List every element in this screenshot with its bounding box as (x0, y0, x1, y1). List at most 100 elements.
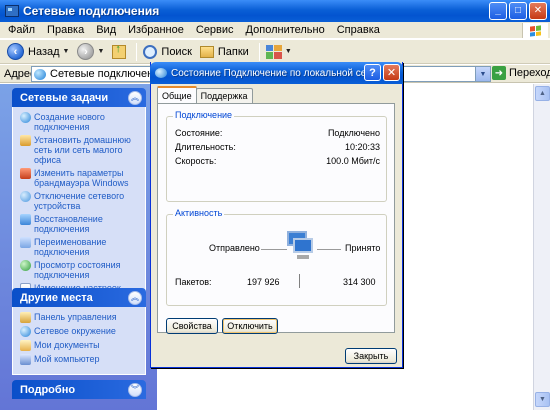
network-connections-icon (34, 68, 46, 80)
menu-file[interactable]: Файл (2, 24, 41, 36)
place-my-documents[interactable]: Мои документы (20, 340, 141, 351)
packets-separator (299, 274, 300, 288)
folders-label: Папки (217, 45, 249, 58)
back-label: Назад (28, 45, 60, 58)
forward-button[interactable]: › ▼ (75, 41, 106, 63)
received-line (317, 249, 341, 250)
speed-value: 100.0 Мбит/с (326, 156, 380, 166)
toolbar-separator (258, 42, 260, 61)
menu-help[interactable]: Справка (331, 24, 386, 36)
properties-button[interactable]: Свойства (166, 318, 218, 334)
chevron-down-icon: ▼ (62, 48, 70, 55)
firewall-icon (20, 168, 31, 179)
packets-sent-value: 197 926 (247, 277, 280, 287)
menu-bar: Файл Правка Вид Избранное Сервис Дополни… (0, 22, 550, 39)
folders-icon (199, 45, 214, 58)
place-my-computer[interactable]: Мой компьютер (20, 354, 141, 365)
network-connection-icon (155, 68, 167, 78)
dialog-titlebar[interactable]: Состояние Подключение по локальной сет..… (150, 62, 403, 84)
other-places-panel: Другие места ︽ Панель управления Сетевое… (12, 288, 146, 375)
task-view-status[interactable]: Просмотр состояния подключения (20, 260, 141, 280)
back-arrow-icon: ‹ (7, 43, 24, 60)
repair-icon (20, 214, 31, 225)
status-row: Состояние: Подключено (175, 128, 380, 138)
place-control-panel[interactable]: Панель управления (20, 312, 141, 323)
menu-favorites[interactable]: Избранное (122, 24, 190, 36)
task-firewall[interactable]: Изменить параметры брандмауэра Windows (20, 168, 141, 188)
other-places-header[interactable]: Другие места ︽ (12, 288, 146, 307)
go-button[interactable]: ➜ Переход (492, 66, 550, 80)
scroll-down-button[interactable]: ▼ (535, 392, 550, 407)
status-value: Подключено (327, 128, 380, 138)
maximize-button[interactable]: □ (509, 2, 527, 20)
details-header[interactable]: Подробно ︾ (12, 380, 146, 399)
close-dialog-button[interactable]: Закрыть (345, 348, 397, 364)
views-icon (265, 44, 282, 59)
details-title: Подробно (20, 383, 76, 396)
vertical-scrollbar[interactable]: ▲ ▼ (533, 84, 550, 410)
collapse-icon[interactable]: ︽ (128, 90, 142, 105)
up-button[interactable] (110, 41, 128, 63)
search-button[interactable]: Поиск (141, 41, 193, 63)
sent-label: Отправлено (209, 243, 260, 253)
network-folder-icon (5, 5, 19, 17)
views-button[interactable]: ▼ (264, 41, 294, 63)
place-network-neighborhood[interactable]: Сетевое окружение (20, 326, 141, 337)
duration-row: Длительность: 10:20:33 (175, 142, 380, 152)
control-panel-icon (20, 312, 31, 323)
activity-group: Активность Отправлено Принято Пакетов: 1… (166, 208, 387, 306)
tab-page-general: Подключение Состояние: Подключено Длител… (157, 103, 395, 334)
close-window-button[interactable]: ✕ (529, 2, 547, 20)
task-rename-connection[interactable]: Переименование подключения (20, 237, 141, 257)
collapse-icon[interactable]: ︽ (128, 290, 142, 305)
folder-up-icon (112, 43, 127, 59)
my-computer-icon (20, 354, 31, 365)
folders-button[interactable]: Папки (198, 41, 251, 63)
dialog-title: Состояние Подключение по локальной сет..… (171, 67, 376, 79)
network-activity-icon (285, 231, 315, 261)
menu-edit[interactable]: Правка (41, 24, 90, 36)
menu-tools[interactable]: Сервис (190, 24, 240, 36)
status-dialog: Состояние Подключение по локальной сет..… (150, 62, 403, 368)
scroll-up-button[interactable]: ▲ (535, 86, 550, 101)
dialog-close-button[interactable]: ✕ (383, 64, 400, 81)
other-places-title: Другие места (20, 291, 93, 304)
disable-button[interactable]: Отключить (222, 318, 278, 334)
task-home-network[interactable]: Установить домашнюю сеть или сеть малого… (20, 135, 141, 165)
network-neighborhood-icon (20, 326, 31, 337)
task-create-connection[interactable]: Создание нового подключения (20, 112, 141, 132)
minimize-button[interactable]: _ (489, 2, 507, 20)
address-dropdown-button[interactable]: ▼ (475, 67, 490, 81)
menu-advanced[interactable]: Дополнительно (240, 24, 331, 36)
back-button[interactable]: ‹ Назад ▼ (5, 41, 71, 63)
help-button[interactable]: ? (364, 64, 381, 81)
my-documents-icon (20, 340, 31, 351)
received-label: Принято (345, 243, 381, 253)
window-titlebar[interactable]: Сетевые подключения _ □ ✕ (0, 0, 550, 22)
home-network-icon (20, 135, 31, 146)
forward-arrow-icon: › (77, 43, 95, 60)
search-icon (143, 44, 158, 59)
menu-view[interactable]: Вид (90, 24, 122, 36)
task-pane: Сетевые задачи ︽ Создание нового подключ… (0, 84, 157, 410)
network-tasks-header[interactable]: Сетевые задачи ︽ (12, 88, 146, 107)
tab-general[interactable]: Общие (157, 86, 197, 103)
toolbar: ‹ Назад ▼ › ▼ Поиск Папки ▼ (0, 40, 550, 64)
disable-device-icon (20, 191, 31, 202)
go-arrow-icon: ➜ (492, 66, 506, 80)
network-tasks-title: Сетевые задачи (20, 91, 109, 104)
packets-label: Пакетов: (175, 277, 212, 287)
windows-logo-icon (522, 23, 548, 38)
packets-received-value: 314 300 (343, 277, 376, 287)
details-panel: Подробно ︾ (12, 380, 146, 399)
duration-label: Длительность: (175, 142, 236, 152)
connection-group: Подключение Состояние: Подключено Длител… (166, 110, 387, 202)
task-repair-connection[interactable]: Восстановление подключения (20, 214, 141, 234)
task-disable-device[interactable]: Отключение сетевого устройства (20, 191, 141, 211)
tab-support[interactable]: Поддержка (195, 88, 253, 103)
expand-icon[interactable]: ︾ (128, 382, 142, 397)
search-label: Поиск (161, 45, 192, 58)
speed-label: Скорость: (175, 156, 217, 166)
activity-group-title: Активность (173, 208, 225, 218)
toolbar-separator (136, 42, 138, 61)
